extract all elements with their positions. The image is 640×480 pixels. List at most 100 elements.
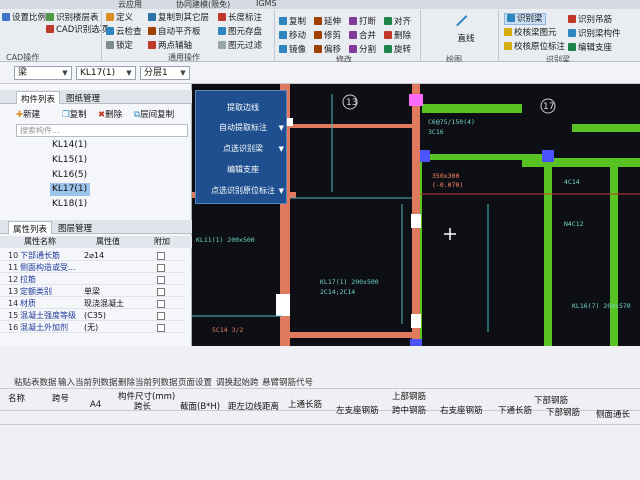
swap-start-span-button[interactable]: 调换起始跨 <box>216 376 259 388</box>
checkbox[interactable] <box>157 288 165 296</box>
define-icon <box>106 13 114 21</box>
header-property-name: 属性名称 <box>24 237 56 246</box>
set-ratio-button[interactable]: 设置比例 <box>2 13 46 23</box>
grid-line <box>0 388 640 389</box>
auto-extract-mark-button[interactable]: 自动提取标注 ▼ <box>202 121 284 135</box>
split-button[interactable]: 分割 <box>349 45 376 55</box>
define-button[interactable]: 定义 <box>106 13 133 23</box>
align-button[interactable]: 对齐 <box>384 17 411 27</box>
chevron-down-icon: ▼ <box>180 69 186 77</box>
delete-component-button[interactable]: ✖删除 <box>98 108 122 120</box>
column-marker <box>410 339 422 346</box>
header-section: 截面(B*H) <box>180 402 221 412</box>
copy-icon <box>279 17 287 25</box>
recognize-hanger-button[interactable]: 识别吊筋 <box>568 15 612 25</box>
merge-icon <box>349 31 357 39</box>
ratio-icon <box>2 13 10 21</box>
check-mark-icon <box>504 42 512 50</box>
extract-edge-button[interactable]: 提取边线 <box>202 101 284 115</box>
check-original-mark-button[interactable]: 校核原位标注 <box>504 42 565 52</box>
delete-column-data-button[interactable]: 删除当前列数据 <box>118 376 178 388</box>
point-recognize-beam-button[interactable]: 点选识别梁 ▼ <box>202 142 284 156</box>
checkbox[interactable] <box>157 252 165 260</box>
checkbox[interactable] <box>157 324 165 332</box>
offset-icon <box>314 45 322 53</box>
table-row[interactable]: 10 下部通长筋 2⌀14 <box>0 250 185 261</box>
tab-layer-management[interactable]: 图层管理 <box>54 221 96 234</box>
recognize-beam-member-button[interactable]: 识别梁构件 <box>568 29 621 39</box>
property-rows: 10 下部通长筋 2⌀14 11 侧面构造或受... 12 拉筋 13 定额类别 单梁 14… <box>0 248 192 346</box>
header-extra: 附加 <box>154 237 170 246</box>
checkbox[interactable] <box>157 276 165 284</box>
extend-button[interactable]: 延伸 <box>314 17 341 27</box>
break-button[interactable]: 打断 <box>349 17 376 27</box>
tab-property-list[interactable]: 属性列表 <box>8 221 53 235</box>
hanger-icon <box>568 15 576 23</box>
cloud-check-button[interactable]: 云检查 <box>106 27 142 37</box>
table-row[interactable]: 14 材质 现浇混凝土 <box>0 298 185 309</box>
cantilever-rebar-code-button[interactable]: 悬臂钢筋代号 <box>262 376 313 388</box>
table-row[interactable]: 11 侧面构造或受... <box>0 262 185 273</box>
page-setup-button[interactable]: 页面设置 <box>178 376 212 388</box>
copy-component-button[interactable]: ❐复制 <box>62 108 87 120</box>
recognize-floor-table-button[interactable]: 识别楼层表 <box>46 13 99 23</box>
tab-component-list[interactable]: 构件列表 <box>16 91 61 105</box>
interlayer-copy-button[interactable]: ⧉层间复制 <box>134 108 174 120</box>
grid-line <box>0 424 640 425</box>
checkbox[interactable] <box>157 264 165 272</box>
lock-icon <box>106 41 114 49</box>
layer-select[interactable]: 分层1 ▼ <box>140 66 190 80</box>
check-beam-span-button[interactable]: 校核梁图元 <box>504 28 557 38</box>
element-name-select[interactable]: KL17(1) ▼ <box>76 66 136 80</box>
extend-icon <box>314 17 322 25</box>
table-row[interactable]: 16 混凝土外加剂 (无) <box>0 322 185 333</box>
column-marker <box>411 314 421 328</box>
paste-table-data-button[interactable]: 粘贴表数据 <box>14 376 57 388</box>
copy-button[interactable]: 复制 <box>279 17 306 27</box>
grid-label: 17 <box>543 102 554 112</box>
recognize-beam-button[interactable]: 识别梁 <box>504 13 546 25</box>
merge-button[interactable]: 合并 <box>349 31 376 41</box>
auto-flat-board-button[interactable]: 自动平齐板 <box>148 27 201 37</box>
cad-recognize-options-button[interactable]: CAD识别选项 <box>46 25 108 35</box>
header-bottom-long-rebar: 下通长筋 <box>498 406 533 416</box>
mirror-button[interactable]: 镜像 <box>279 45 306 55</box>
list-item[interactable]: KL16(5) <box>50 169 170 182</box>
delete-button[interactable]: 删除 <box>384 31 411 41</box>
element-save-button[interactable]: 图元存盘 <box>218 27 262 37</box>
rotate-button[interactable]: 旋转 <box>384 45 411 55</box>
point-recognize-mark-button[interactable]: 点选识别原位标注 ▼ <box>202 184 284 198</box>
list-item[interactable]: KL14(1) <box>50 139 170 152</box>
list-item[interactable]: KL15(1) <box>50 154 170 167</box>
checkbox[interactable] <box>157 300 165 308</box>
line-button[interactable]: 直线 <box>452 15 480 44</box>
tab-cloud-app[interactable]: 云应用 <box>118 0 142 10</box>
copy-to-other-layer-button[interactable]: 复制到其它层 <box>148 13 209 23</box>
ribbon-separator <box>498 10 499 62</box>
trim-button[interactable]: 修剪 <box>314 31 341 41</box>
element-filter-button[interactable]: 图元过滤 <box>218 41 262 51</box>
options-icon <box>46 25 54 33</box>
tab-collab-modeling[interactable]: 协同建模(限免) <box>176 0 230 10</box>
input-column-data-button[interactable]: 输入当前列数据 <box>58 376 118 388</box>
list-item[interactable]: KL18(1) <box>50 198 170 211</box>
edit-support-button[interactable]: 编辑支座 <box>568 43 612 53</box>
new-button[interactable]: ✚新建 <box>16 108 40 120</box>
two-point-axis-button[interactable]: 两点辅轴 <box>148 41 192 51</box>
component-search-input[interactable]: 搜索构件... <box>16 124 188 137</box>
element-type-select[interactable]: 梁 ▼ <box>14 66 72 80</box>
tab-drawing-management[interactable]: 图纸管理 <box>62 91 104 104</box>
lock-button[interactable]: 锁定 <box>106 41 133 51</box>
move-button[interactable]: 移动 <box>279 31 306 41</box>
beam-rebar-table: 粘贴表数据 输入当前列数据 删除当前列数据 页面设置 调换起始跨 悬臂钢筋代号 … <box>0 346 640 480</box>
table-row[interactable]: 12 拉筋 <box>0 274 185 285</box>
header-span-length: 跨长 <box>134 402 152 412</box>
checkbox[interactable] <box>157 312 165 320</box>
column-marker <box>409 94 423 106</box>
tab-igms[interactable]: IGMS <box>256 0 277 8</box>
list-item-selected[interactable]: KL17(1) <box>50 183 90 196</box>
edit-support-float-button[interactable]: 编辑支座 <box>202 163 284 177</box>
table-row[interactable]: 13 定额类别 单梁 <box>0 286 185 297</box>
table-row[interactable]: 15 混凝土强度等级 (C35) <box>0 310 185 321</box>
length-mark-button[interactable]: 长度标注 <box>218 13 262 23</box>
